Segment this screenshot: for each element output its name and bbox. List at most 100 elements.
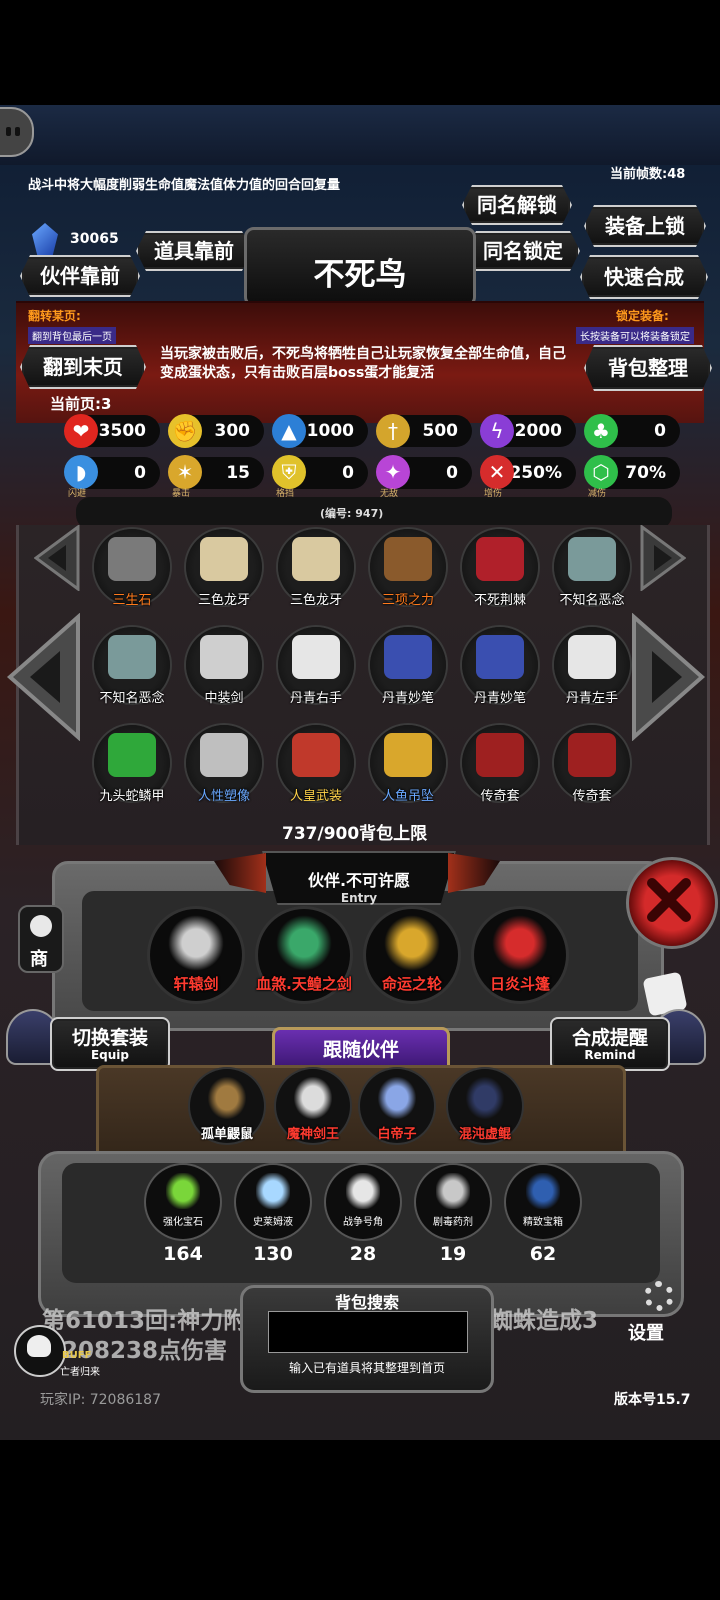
equip-lock-button[interactable]: 装备上锁: [584, 205, 706, 247]
equip-icon: [276, 915, 332, 971]
synth-remind-button[interactable]: 合成提醒 Remind: [550, 1017, 670, 1071]
items-front-button[interactable]: 道具靠前: [136, 231, 252, 271]
partner-slot[interactable]: 孤单鼹鼠: [190, 1069, 264, 1143]
stat-value: 0: [654, 421, 666, 441]
item-name: 传奇套: [572, 789, 612, 804]
partner-icon: [378, 1077, 416, 1119]
item-name: 不知名恶念: [99, 691, 165, 706]
inventory-slot[interactable]: 不知名恶念: [94, 627, 170, 706]
consumable-slot[interactable]: 史莱姆液 130: [236, 1165, 310, 1265]
quick-synth-button[interactable]: 快速合成: [580, 255, 708, 299]
consumable-name: 剧毒药剂: [433, 1217, 473, 1228]
item-name: 人皇武装: [289, 789, 342, 804]
boot-icon: ▲: [272, 414, 306, 448]
inventory-slot[interactable]: 三生石: [94, 529, 170, 608]
inventory-slot[interactable]: 传奇套: [554, 725, 630, 804]
same-name-lock-button[interactable]: 同名锁定: [466, 231, 580, 271]
item-name: 丹青妙笔: [381, 691, 434, 706]
item-description: 当玩家被击败后，不死鸟将牺牲自己让玩家恢复全部生命值，自己变成蛋状态，只有击败百…: [160, 346, 566, 381]
partners-front-button[interactable]: 伙伴靠前: [20, 255, 140, 297]
partner-slot[interactable]: 混沌虚鲲: [448, 1069, 522, 1143]
equipped-slot[interactable]: 血煞.天鳇之剑: [256, 909, 352, 1001]
consumable-name: 强化宝石: [163, 1217, 203, 1228]
item-icon: [384, 635, 432, 679]
flip-hint: 翻到背包最后一页: [28, 327, 116, 344]
synth-remind-sub: Remind: [584, 1048, 636, 1062]
item-icon: [108, 635, 156, 679]
block-icon: ⛨: [272, 455, 306, 489]
entry-sub: Entry: [340, 891, 378, 905]
inventory-slot[interactable]: 中装剑: [186, 627, 262, 706]
item-name: 三色龙牙: [289, 593, 342, 608]
consumable-name: 史莱姆液: [253, 1217, 293, 1228]
item-name: 人鱼吊坠: [381, 789, 434, 804]
prev-row-arrow[interactable]: [34, 525, 80, 591]
shop-button[interactable]: 商: [18, 905, 64, 973]
inventory-slot[interactable]: 三项之力: [370, 529, 446, 608]
item-name: 三生石: [112, 593, 152, 608]
gem-icon: [32, 223, 58, 255]
consumable-slot[interactable]: 剧毒药剂 19: [416, 1165, 490, 1265]
item-icon: [200, 733, 248, 777]
skull-icon: [27, 1335, 51, 1357]
inventory-slot[interactable]: 传奇套: [462, 725, 538, 804]
close-button[interactable]: [626, 857, 718, 949]
settings-button[interactable]: 设置: [628, 1277, 688, 1344]
equip-name: 命运之轮: [381, 975, 442, 993]
stat-value: 0: [446, 463, 458, 483]
search-input[interactable]: [268, 1311, 468, 1353]
prev-page-arrow[interactable]: [6, 613, 82, 741]
partner-icon: [294, 1077, 332, 1119]
stat-value: 500: [422, 421, 459, 441]
inventory-slot[interactable]: 三色龙牙: [278, 529, 354, 608]
item-name: 三色龙牙: [197, 593, 250, 608]
inventory-slot[interactable]: 丹青妙笔: [370, 627, 446, 706]
item-title: 不死鸟: [313, 257, 407, 293]
consumable-icon: [346, 1173, 380, 1209]
switch-set-label: 切换套装: [71, 1027, 148, 1049]
stat-value: 300: [214, 421, 251, 441]
inventory-slot[interactable]: 丹青妙笔: [462, 627, 538, 706]
inventory-slot[interactable]: 人皇武装: [278, 725, 354, 804]
consumable-slot[interactable]: 精致宝箱 62: [506, 1165, 580, 1265]
next-page-arrow[interactable]: [630, 613, 706, 741]
item-icon: [568, 635, 616, 679]
stat-value: 0: [342, 463, 354, 483]
next-row-arrow[interactable]: [640, 525, 686, 591]
item-icon: [568, 537, 616, 581]
fps-counter: 当前帧数:48: [610, 167, 686, 182]
equipped-slot[interactable]: 命运之轮: [366, 909, 458, 1001]
inventory-slot[interactable]: 丹青左手: [554, 627, 630, 706]
equipped-slot[interactable]: 日炎斗篷: [474, 909, 566, 1001]
inventory-slot[interactable]: 三色龙牙: [186, 529, 262, 608]
stat-value: 250%: [509, 463, 562, 483]
equipped-slot[interactable]: 轩辕剑: [150, 909, 242, 1001]
equip-name: 血煞.天鳇之剑: [256, 975, 352, 993]
equip-name: 日炎斗篷: [489, 975, 550, 993]
battle-log-1a: 第61013回:神力附: [42, 1308, 247, 1334]
stat-label: 闪避: [68, 489, 87, 499]
gem-count: 30065: [70, 231, 119, 247]
last-page-button[interactable]: 翻到末页: [20, 345, 146, 389]
invincible-icon: ✦: [376, 455, 410, 489]
partner-slot[interactable]: 魔神剑王: [276, 1069, 350, 1143]
search-title: 背包搜索: [334, 1293, 399, 1312]
partner-slot[interactable]: 白帝子: [360, 1069, 434, 1143]
same-name-unlock-button[interactable]: 同名解锁: [462, 185, 572, 225]
shop-label: 商: [30, 949, 48, 970]
crit-icon: ✶: [168, 455, 202, 489]
consumable-slot[interactable]: 战争号角 28: [326, 1165, 400, 1265]
inventory-slot[interactable]: 不知名恶念: [554, 529, 630, 608]
switch-set-button[interactable]: 切换套装 Equip: [50, 1017, 170, 1071]
inventory-slot[interactable]: 丹青右手: [278, 627, 354, 706]
consumable-slot[interactable]: 强化宝石 164: [146, 1165, 220, 1265]
inventory-slot[interactable]: 九头蛇鳞甲: [94, 725, 170, 804]
inventory-slot[interactable]: 不死荆棘: [462, 529, 538, 608]
inventory-slot[interactable]: 人性塑像: [186, 725, 262, 804]
item-name: 丹青妙笔: [473, 691, 526, 706]
lightning-icon: ϟ: [480, 414, 514, 448]
inventory-slot[interactable]: 人鱼吊坠: [370, 725, 446, 804]
equip-icon: [384, 915, 440, 971]
buff-button[interactable]: [14, 1325, 66, 1377]
organize-bag-button[interactable]: 背包整理: [584, 345, 712, 391]
